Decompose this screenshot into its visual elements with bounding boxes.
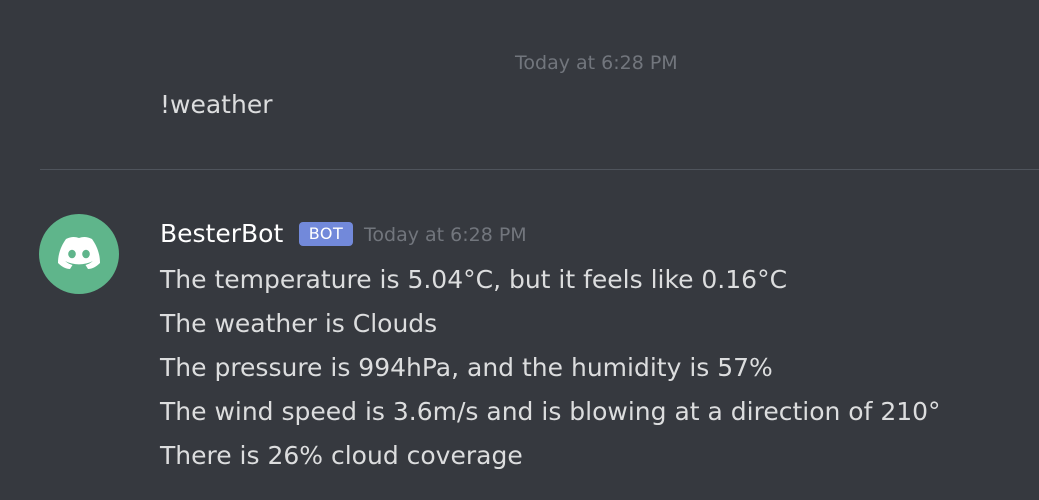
message-line: There is 26% cloud coverage [160, 441, 523, 470]
bot-badge: BOT [299, 222, 353, 246]
message-content: !weather [160, 90, 273, 119]
message-timestamp: Today at 6:28 PM [515, 52, 678, 74]
message-line: The wind speed is 3.6m/s and is blowing … [160, 397, 941, 426]
avatar[interactable] [39, 214, 119, 294]
message-content: The temperature is 5.04°C, but it feels … [160, 258, 941, 478]
user-message[interactable]: Today at 6:28 PM !weather [0, 0, 1039, 170]
message-line: The weather is Clouds [160, 309, 438, 338]
message-timestamp: Today at 6:28 PM [364, 224, 527, 246]
bot-message[interactable]: BesterBot BOT Today at 6:28 PM The tempe… [0, 170, 1039, 500]
message-line: The pressure is 994hPa, and the humidity… [160, 353, 773, 382]
message-line: The temperature is 5.04°C, but it feels … [160, 265, 788, 294]
discord-logo-icon [58, 236, 100, 269]
username[interactable]: BesterBot [160, 218, 283, 250]
